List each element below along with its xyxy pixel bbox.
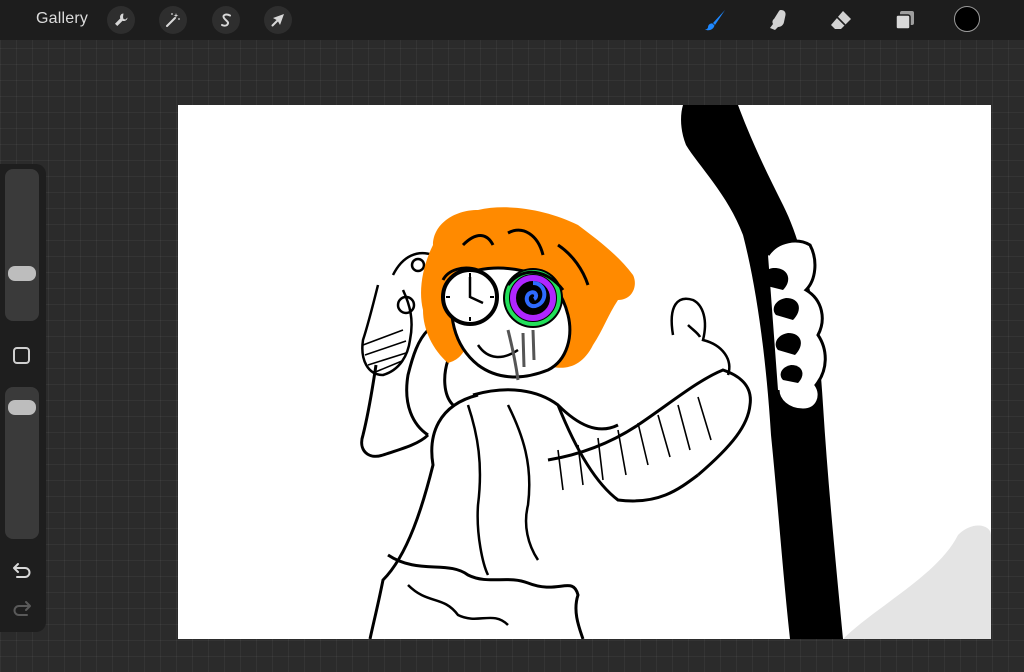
- color-picker-swatch[interactable]: [954, 6, 980, 32]
- redo-button[interactable]: [10, 597, 34, 619]
- gallery-button[interactable]: Gallery: [36, 10, 88, 28]
- actions-button[interactable]: [107, 6, 135, 34]
- brush-size-slider-thumb[interactable]: [8, 266, 36, 282]
- left-sidebar: [0, 164, 46, 632]
- magic-wand-icon: [166, 13, 180, 27]
- smudge-finger-icon: [770, 10, 786, 30]
- selection-button[interactable]: [212, 6, 240, 34]
- adjustments-button[interactable]: [159, 6, 187, 34]
- opacity-slider[interactable]: [5, 387, 39, 539]
- redo-icon: [13, 601, 31, 616]
- layers-button[interactable]: [891, 6, 919, 34]
- top-toolbar: Gallery: [0, 0, 1024, 40]
- drawing-canvas[interactable]: [178, 105, 991, 639]
- transform-button[interactable]: [264, 6, 292, 34]
- undo-icon: [13, 563, 31, 578]
- layers-icon: [895, 11, 914, 30]
- opacity-slider-thumb[interactable]: [8, 400, 36, 416]
- eraser-tool-button[interactable]: [827, 6, 855, 34]
- undo-button[interactable]: [10, 559, 34, 581]
- wrench-icon: [115, 13, 128, 26]
- brush-icon: [705, 10, 725, 31]
- brush-size-slider[interactable]: [5, 169, 39, 321]
- brush-tool-button[interactable]: [701, 6, 729, 34]
- smudge-tool-button[interactable]: [764, 6, 792, 34]
- eraser-icon: [831, 11, 851, 29]
- modify-button[interactable]: [13, 347, 30, 364]
- arrow-cursor-icon: [271, 14, 284, 27]
- artwork: [360, 105, 991, 639]
- selection-s-icon: [221, 13, 231, 27]
